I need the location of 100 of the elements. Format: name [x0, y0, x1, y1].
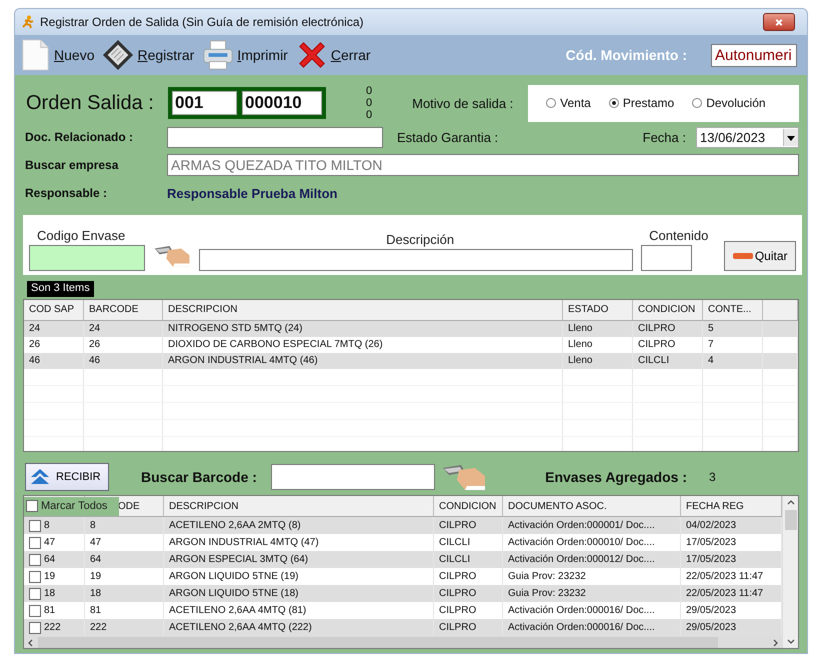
toolbar-button[interactable]: Nuevo: [19, 39, 94, 71]
table-cell: Lleno: [563, 353, 633, 369]
scroll-thumb[interactable]: [784, 510, 796, 530]
table-cell-text: 64: [44, 553, 56, 567]
scroll-left-icon[interactable]: [27, 639, 35, 647]
column-header[interactable]: CONDICION: [439, 498, 496, 514]
double-up-arrow-icon: [30, 468, 50, 486]
row-checkbox[interactable]: [29, 570, 41, 582]
table-cell: 46: [84, 353, 163, 369]
content-label: Contenido: [648, 228, 708, 243]
table-cell: 18: [85, 585, 164, 602]
table-cell: 24: [84, 321, 163, 337]
related-doc-label: Doc. Relacionado :: [25, 130, 134, 144]
added-containers-count: 3: [708, 470, 717, 484]
warranty-label: Estado Garantia :: [397, 130, 498, 144]
table-cell: ARGON INDUSTRIAL 4MTQ (46): [163, 353, 563, 369]
barcode-scanner-icon: [440, 462, 487, 492]
row-checkbox[interactable]: [29, 554, 41, 566]
row-checkbox[interactable]: [29, 520, 41, 532]
toolbar-button[interactable]: Imprimir: [202, 39, 288, 71]
date-label: Fecha :: [642, 130, 686, 144]
vertical-scrollbar[interactable]: [782, 496, 798, 648]
table-cell: 8: [85, 517, 164, 534]
table-cell: 46: [24, 353, 84, 369]
running-figure-icon: [21, 15, 35, 29]
table-cell: CILCLI: [633, 353, 703, 369]
table-cell: 5: [703, 321, 763, 337]
code-label: Codigo Envase: [36, 228, 126, 243]
number-field[interactable]: 000010: [242, 91, 322, 115]
company-label: Buscar empresa: [25, 158, 120, 172]
minus-bar-icon: [732, 253, 753, 259]
table-cell: 4: [703, 353, 763, 369]
table-cell: CILCLI: [434, 551, 503, 568]
movement-code-field[interactable]: Autonumeri: [711, 44, 797, 66]
row-checkbox[interactable]: [29, 536, 41, 548]
table-cell: Guia Prov: 23232: [503, 585, 681, 602]
scroll-up-icon[interactable]: [786, 499, 794, 507]
responsible-label: Responsable :: [25, 186, 108, 200]
remove-button[interactable]: Quitar: [724, 241, 796, 271]
receive-button[interactable]: RECIBIR: [25, 463, 109, 491]
select-all-checkbox[interactable]: Marcar Todos: [24, 496, 119, 516]
table-cell: NITROGENO STD 5MTQ (24): [163, 321, 563, 337]
table-cell-text: 222: [44, 621, 61, 635]
counter-text: 0: [366, 109, 372, 121]
table-cell: Lleno: [563, 321, 633, 337]
reason-radio[interactable]: Prestamo: [608, 96, 674, 110]
content-field[interactable]: [641, 245, 692, 271]
reason-label: Motivo de salida :: [412, 96, 514, 110]
table-cell: ACETILENO 2,6AA 2MTQ (8): [164, 517, 434, 534]
related-doc-field[interactable]: [167, 126, 383, 148]
added-containers-label: Envases Agregados :: [545, 469, 687, 485]
window-title: Registrar Orden de Salida (Sin Guía de remisión electrónica): [40, 15, 364, 29]
close-icon: [774, 18, 784, 26]
column-header[interactable]: CONDICION: [633, 300, 703, 320]
column-header[interactable]: ODE: [118, 498, 140, 514]
close-button[interactable]: [763, 13, 795, 31]
scroll-down-icon[interactable]: [786, 637, 794, 645]
row-checkbox[interactable]: [29, 622, 41, 634]
date-picker[interactable]: 13/06/2023: [696, 126, 799, 148]
scroll-right-icon[interactable]: [771, 639, 779, 647]
table-cell: Activación Orden:000012/ Doc....: [503, 551, 681, 568]
table-cell: ARGON LIQUIDO 5TNE (18): [164, 585, 434, 602]
table-cell: CILPRO: [633, 321, 703, 337]
company-field[interactable]: ARMAS QUEZADA TITO MILTON: [167, 154, 799, 176]
column-header[interactable]: FECHA REG: [686, 498, 744, 514]
column-header[interactable]: CONTE...: [703, 300, 763, 320]
table-cell: ARGON ESPECIAL 3MTQ (64): [164, 551, 434, 568]
table-cell: CILPRO: [434, 585, 503, 602]
table-cell: 24: [24, 321, 84, 337]
toolbar-button[interactable]: Cerrar: [296, 39, 371, 71]
description-field[interactable]: [199, 249, 634, 271]
table-cell-text: 47: [44, 536, 56, 550]
reason-radio[interactable]: Venta: [546, 96, 591, 110]
column-header[interactable]: DOCUMENTO ASOC.: [508, 498, 607, 514]
toolbar-button[interactable]: Registrar: [102, 39, 194, 71]
responsible-name: Responsable Prueba Milton: [167, 186, 338, 200]
barcode-search-field[interactable]: [270, 464, 435, 490]
series-field[interactable]: 001: [172, 91, 237, 115]
table-cell: Activación Orden:000001/ Doc....: [503, 517, 681, 534]
row-checkbox[interactable]: [29, 588, 41, 600]
table-cell-text: 81: [44, 604, 56, 618]
table-cell-text: 19: [44, 570, 56, 584]
printer-icon: [202, 39, 234, 71]
column-header[interactable]: DESCRIPCION: [169, 498, 238, 514]
description-label: Descripción: [385, 232, 456, 247]
table-cell-text: 8: [44, 519, 50, 533]
barcode-search-label: Buscar Barcode :: [141, 469, 257, 485]
row-checkbox[interactable]: [29, 604, 41, 616]
column-header[interactable]: COD SAP: [24, 300, 84, 320]
table-cell: 64: [85, 551, 164, 568]
table-cell: CILPRO: [434, 517, 503, 534]
column-header[interactable]: BARCODE: [84, 300, 163, 320]
table-cell-text: 18: [44, 587, 56, 601]
reason-radio[interactable]: Devolución: [692, 96, 766, 110]
column-header[interactable]: DESCRIPCION: [163, 300, 563, 320]
code-field[interactable]: [29, 245, 145, 271]
column-header[interactable]: ESTADO: [563, 300, 633, 320]
counter-text: 0: [366, 85, 372, 97]
movement-code-label: Cód. Movimiento :: [566, 47, 687, 63]
counter-text: 0: [366, 97, 372, 109]
